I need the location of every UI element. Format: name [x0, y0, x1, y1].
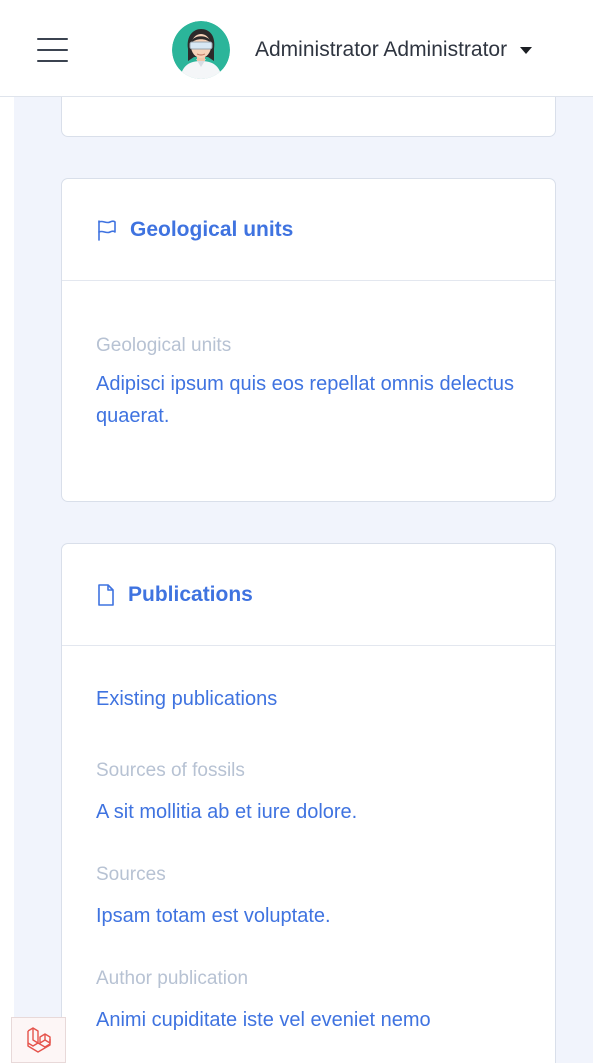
laravel-logo-icon[interactable]	[11, 1017, 66, 1063]
user-name[interactable]: Administrator Administrator	[255, 38, 507, 62]
card-body: Existing publications Sources of fossils…	[62, 646, 555, 1036]
card-title: Publications	[128, 582, 253, 606]
geological-units-card: Geological units Geological units Adipis…	[61, 178, 556, 502]
field-value-link[interactable]: A sit mollitia ab et iure dolore.	[96, 796, 525, 828]
avatar	[172, 21, 230, 79]
previous-card	[61, 97, 556, 137]
main-content: Geological units Geological units Adipis…	[14, 97, 593, 1063]
field-label: Sources of fossils	[96, 760, 245, 781]
publications-card: Publications Existing publications Sourc…	[61, 543, 556, 1063]
card-body: Geological units Adipisci ipsum quis eos…	[62, 281, 555, 432]
field-label: Geological units	[96, 335, 232, 356]
caret-down-icon[interactable]	[520, 46, 533, 54]
existing-publications-link[interactable]: Existing publications	[96, 686, 525, 712]
hamburger-icon[interactable]	[37, 38, 68, 63]
top-navbar: Administrator Administrator	[0, 0, 593, 97]
card-header: Geological units	[62, 179, 555, 281]
card-header: Publications	[62, 544, 555, 646]
field-value-link[interactable]: Ipsam totam est voluptate.	[96, 900, 525, 932]
card-title: Geological units	[130, 217, 294, 241]
user-menu[interactable]: Administrator Administrator	[172, 21, 533, 79]
flag-icon	[98, 219, 116, 241]
field-value-link[interactable]: Animi cupiditate iste vel eveniet nemo	[96, 1004, 525, 1036]
field-label: Author publication	[96, 968, 249, 989]
field-label: Sources	[96, 864, 166, 885]
file-icon	[98, 583, 114, 606]
field-value-link[interactable]: Adipisci ipsum quis eos repellat omnis d…	[96, 368, 525, 432]
sidebar-strip	[0, 97, 14, 1063]
